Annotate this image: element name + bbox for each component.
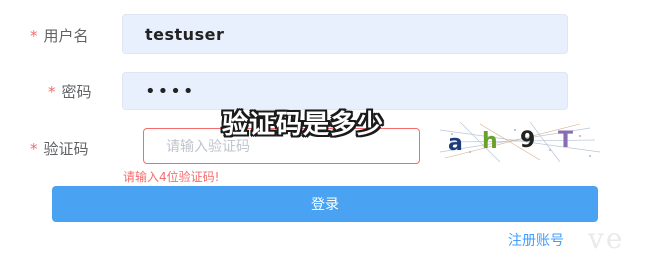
captcha-char: T — [558, 128, 573, 153]
register-link[interactable]: 注册账号 — [508, 230, 564, 250]
captcha-label-text: 验证码 — [43, 140, 89, 158]
required-mark: * — [30, 27, 38, 45]
captcha-label: * 验证码 — [30, 138, 89, 159]
password-label-text: 密码 — [61, 83, 92, 101]
login-button[interactable]: 登录 — [52, 186, 598, 222]
overlay-caption: 验证码是多少 — [222, 110, 385, 140]
captcha-image[interactable]: a h 9 T — [440, 122, 600, 162]
watermark: ve — [588, 222, 625, 255]
password-value: •••• — [145, 80, 196, 102]
captcha-error-message: 请输入4位验证码! — [123, 170, 220, 184]
required-mark: * — [30, 140, 38, 158]
captcha-char: a — [448, 131, 463, 156]
login-form: * 用户名 testuser * 密码 •••• * 验证码 请输入验证码 请输入4位… — [0, 0, 650, 260]
captcha-char: h — [482, 129, 498, 154]
captcha-char: 9 — [520, 128, 535, 153]
username-value: testuser — [145, 24, 225, 44]
username-input[interactable]: testuser — [122, 14, 568, 54]
username-label: * 用户名 — [30, 25, 89, 46]
password-label: * 密码 — [48, 81, 92, 102]
login-button-label: 登录 — [311, 197, 339, 213]
required-mark: * — [48, 83, 56, 101]
username-label-text: 用户名 — [43, 27, 89, 45]
